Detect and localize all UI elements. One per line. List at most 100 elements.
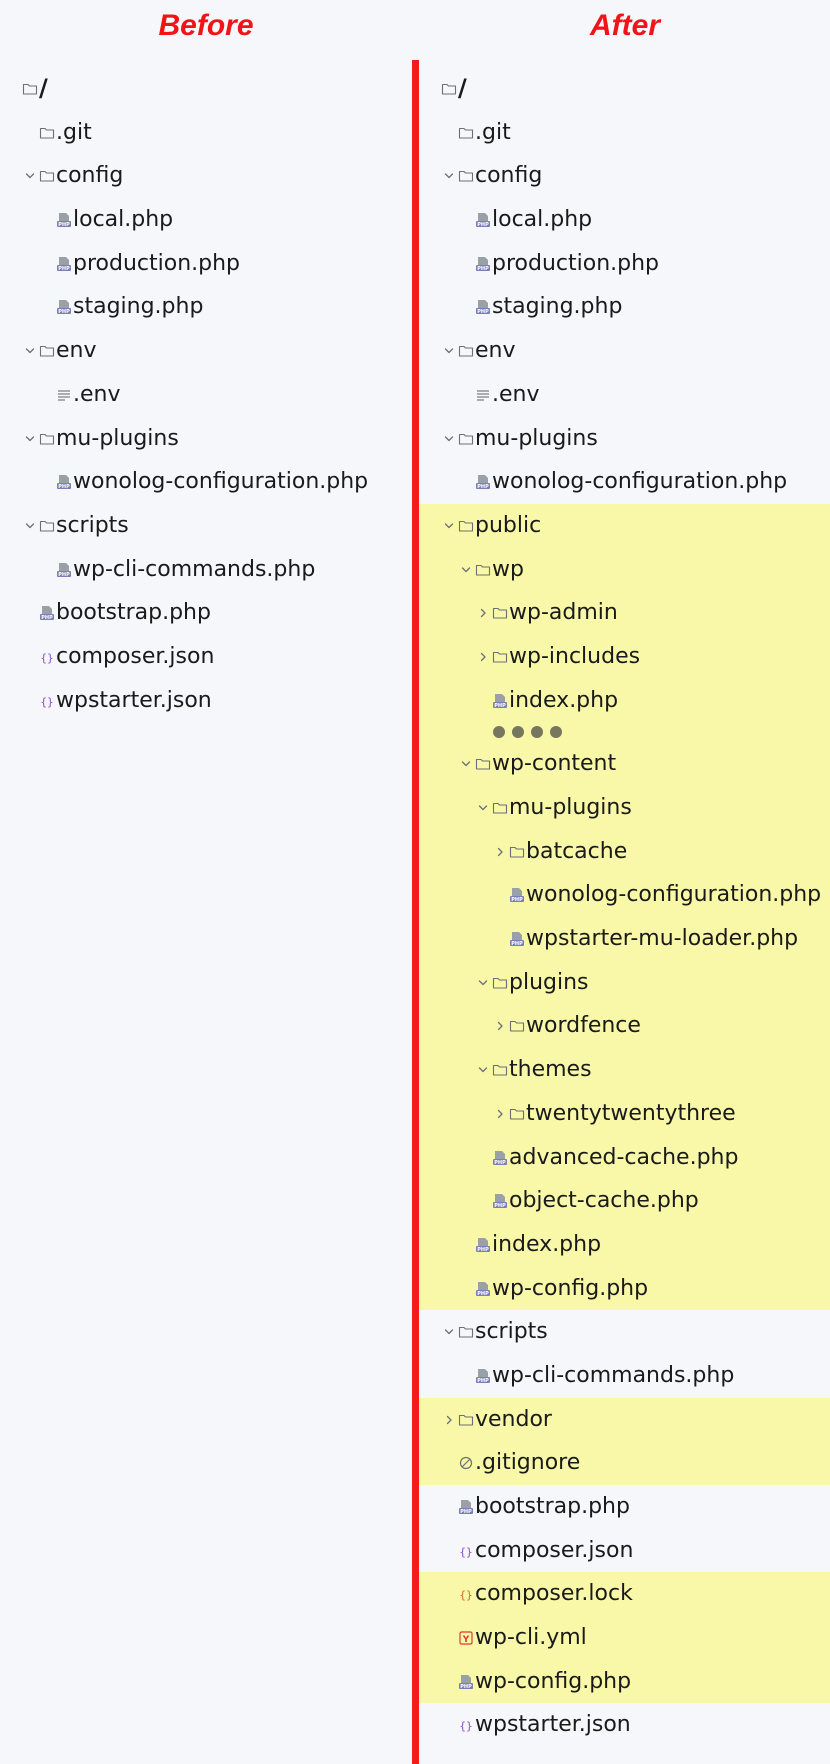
tree-item-object-cache-php[interactable]: PHP object-cache.php [419,1179,830,1223]
tree-item-twentytwentythree[interactable]: twentytwentythree [419,1091,830,1136]
tree-item-wp-admin[interactable]: wp-admin [419,591,830,635]
tree-item-composer-json[interactable]: {} composer.json [419,1529,830,1573]
chevron-down-icon[interactable] [477,800,489,816]
after-tree: / .git config PHP local.php PHP production.php… [419,67,830,1747]
tree-item-staging-php[interactable]: PHP staging.php [0,285,412,329]
tree-item-label: composer.json [56,643,215,669]
tree-item-wp-cli-commands-php[interactable]: PHP wp-cli-commands.php [0,548,412,592]
tree-item-wordfence[interactable]: wordfence [419,1004,830,1049]
chevron-down-icon[interactable] [443,1324,455,1340]
chevron-down-icon[interactable] [24,168,36,184]
chevron-right-icon[interactable] [494,1018,506,1034]
php-file-icon: PHP [476,256,490,272]
php-file-icon: PHP [57,300,71,315]
tree-item-wp-includes[interactable]: wp-includes [419,634,830,679]
tree-item-wp-config-php[interactable]: PHP wp-config.php [419,1659,830,1704]
tree-item-env[interactable]: env [419,329,830,373]
chevron-right-icon[interactable] [443,1412,455,1428]
tree-item-bootstrap-php[interactable]: PHP bootstrap.php [0,591,412,635]
tree-item-[interactable]: / [419,67,830,111]
tree-item-scripts[interactable]: scripts [0,504,412,548]
php-file-icon: PHP [493,1194,507,1209]
tree-item-label: wp-cli-commands.php [492,1362,735,1388]
chevron-right-icon[interactable] [477,649,489,665]
tree-item-local-php[interactable]: PHP local.php [0,198,412,242]
tree-item-env[interactable]: .env [419,373,830,417]
tree-item-bootstrap-php[interactable]: PHP bootstrap.php [419,1485,830,1529]
tree-item-production-php[interactable]: PHP production.php [419,242,830,286]
tree-item-wpstarter-mu-loader-php[interactable]: PHP wpstarter-mu-loader.php [419,917,830,961]
tree-item-wpstarter-json[interactable]: {} wpstarter.json [419,1703,830,1747]
chevron-down-icon[interactable] [477,1062,489,1078]
tree-item-public[interactable]: public [419,503,830,548]
tree-item-label: wonolog-configuration.php [492,469,788,495]
tree-item-label: local.php [73,207,174,233]
tree-item-label: wp-cli-commands.php [73,556,316,582]
tree-item-staging-php[interactable]: PHP staging.php [419,285,830,329]
chevron-down-icon[interactable] [24,518,36,534]
tree-item-wp-config-php[interactable]: PHP wp-config.php [419,1266,830,1311]
tree-item-mu-plugins[interactable]: mu-plugins [419,417,830,461]
tree-item-wp-cli-yml[interactable]: Ywp-cli.yml [419,1616,830,1660]
folder-icon [39,127,55,139]
svg-text:PHP: PHP [58,266,70,272]
chevron-down-icon[interactable] [443,168,455,184]
php-file-icon: PHP [476,300,490,315]
chevron-right-icon[interactable] [494,1106,506,1122]
tree-item-vendor[interactable]: vendor [419,1397,830,1442]
chevron-down-icon[interactable] [24,343,36,359]
tree-item-[interactable]: / [0,67,412,111]
tree-item-label: scripts [56,512,129,538]
tree-item-git[interactable]: .git [0,111,412,155]
chevron-down-icon[interactable] [460,562,472,578]
tree-item-wp-cli-commands-php[interactable]: PHP wp-cli-commands.php [419,1354,830,1398]
tree-item-config[interactable]: config [0,154,412,198]
tree-item-production-php[interactable]: PHP production.php [0,242,412,286]
chevron-down-icon[interactable] [477,975,489,991]
folder-icon [492,651,508,663]
tree-item-plugins[interactable]: plugins [419,960,830,1005]
chevron-right-icon[interactable] [494,844,506,860]
tree-item-composer-lock[interactable]: {} composer.lock [419,1572,830,1617]
tree-item-mu-plugins[interactable]: mu-plugins [0,417,412,461]
tree-item-mu-plugins[interactable]: mu-plugins [419,786,830,830]
svg-text:PHP: PHP [460,1509,472,1515]
tree-item-label: env [475,338,516,364]
svg-text:PHP: PHP [477,1247,489,1253]
svg-text:{}: {} [40,695,53,708]
tree-item-local-php[interactable]: PHP local.php [419,198,830,242]
tree-item-scripts[interactable]: scripts [419,1310,830,1354]
tree-item-index-php[interactable]: PHP index.php [419,678,830,723]
chevron-down-icon[interactable] [443,518,455,534]
tree-item-config[interactable]: config [419,154,830,198]
tree-item-git[interactable]: .git [419,111,830,155]
after-heading: After [589,9,660,42]
ellipsis-dots-icon [493,726,562,739]
tree-item-index-php[interactable]: PHP index.php [419,1222,830,1267]
tree-item-advanced-cache-php[interactable]: PHP advanced-cache.php [419,1135,830,1180]
tree-item-wp-content[interactable]: wp-content [419,742,830,786]
tree-item-wp[interactable]: wp [419,547,830,592]
red-divider [412,60,419,1764]
tree-item-wonolog-configuration-php[interactable]: PHP wonolog-configuration.php [419,460,830,504]
tree-item-gitignore[interactable]: .gitignore [419,1441,830,1485]
ellipsis-row [419,722,830,743]
tree-item-env[interactable]: .env [0,373,412,417]
tree-item-composer-json[interactable]: {} composer.json [0,635,412,679]
tree-item-wpstarter-json[interactable]: {} wpstarter.json [0,679,412,723]
chevron-down-icon[interactable] [443,431,455,447]
tree-item-wonolog-configuration-php[interactable]: PHP wonolog-configuration.php [0,460,412,504]
chevron-down-icon[interactable] [443,343,455,359]
chevron-right-icon[interactable] [477,605,489,621]
chevron-down-icon[interactable] [460,756,472,772]
folder-icon [458,1327,474,1338]
tree-item-themes[interactable]: themes [419,1048,830,1092]
tree-item-wonolog-configuration-php[interactable]: PHP wonolog-configuration.php [419,873,830,918]
tree-item-env[interactable]: env [0,329,412,373]
json-file-icon: {} [40,651,53,664]
tree-item-batcache[interactable]: batcache [419,829,830,874]
chevron-down-icon[interactable] [24,431,36,447]
svg-text:PHP: PHP [460,1684,472,1690]
tree-item-label: batcache [526,838,628,864]
tree-item-label: plugins [509,969,589,995]
